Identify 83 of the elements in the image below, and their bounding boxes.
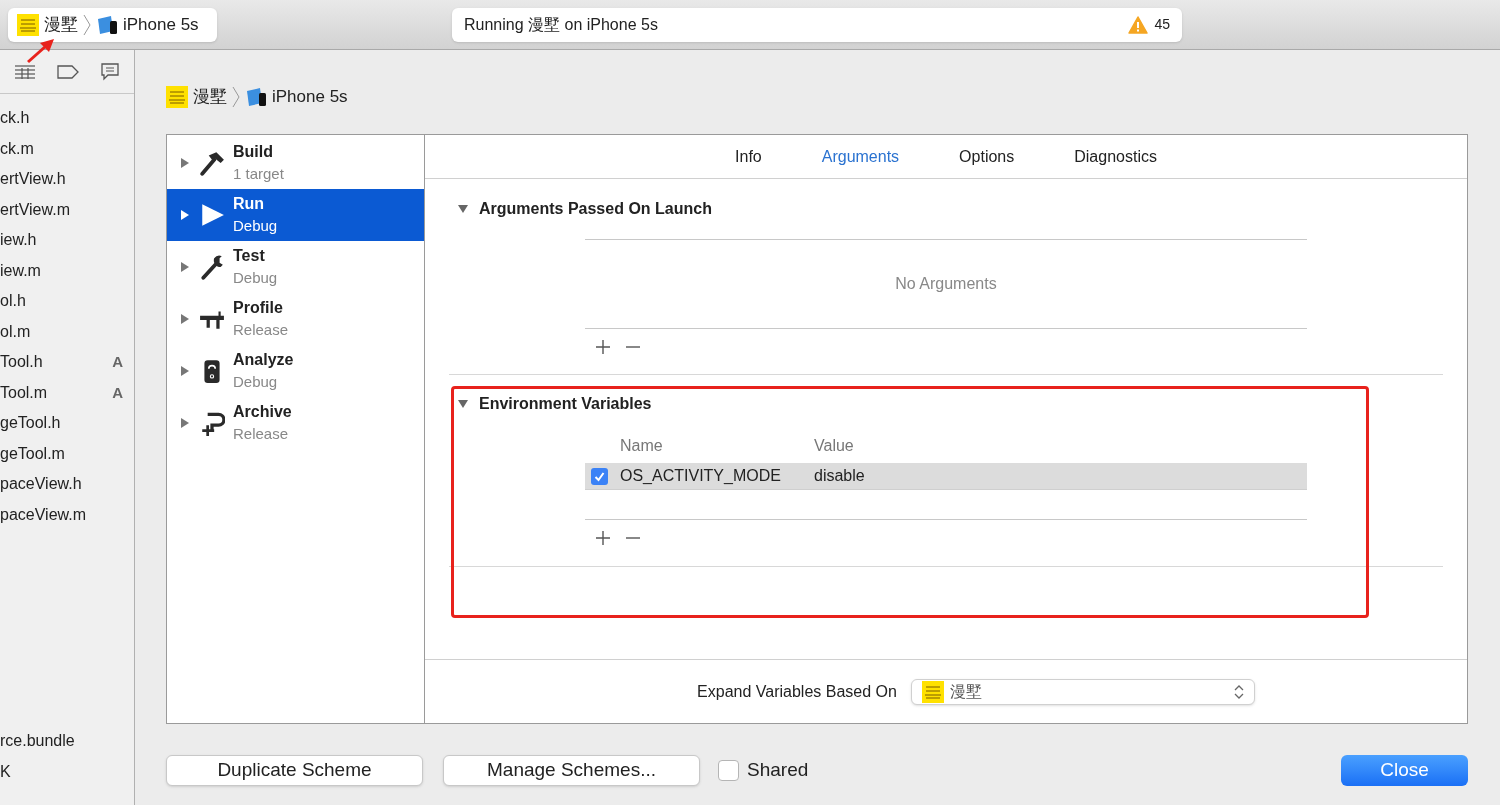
scheme-name: 漫墅 xyxy=(193,86,227,109)
enabled-checkbox[interactable] xyxy=(591,467,608,485)
scheme-name: 漫墅 xyxy=(44,13,78,36)
app-icon xyxy=(17,13,39,36)
action-name: Archive xyxy=(233,402,292,422)
app-icon xyxy=(166,86,188,108)
shared-checkbox[interactable] xyxy=(718,760,739,781)
test-icon xyxy=(199,254,225,280)
file-name[interactable]: ck.m xyxy=(0,136,123,161)
warning-count: 45 xyxy=(1154,15,1170,34)
checkbox-label: Shared xyxy=(747,758,809,783)
device-name: iPhone 5s xyxy=(123,13,199,36)
manage-schemes-button[interactable]: Manage Schemes... xyxy=(443,755,700,786)
device-name: iPhone 5s xyxy=(272,86,348,109)
file-name[interactable]: rce.bundle xyxy=(0,729,123,754)
action-configuration: Debug xyxy=(233,268,278,288)
section-title: Environment Variables xyxy=(479,394,652,414)
tab[interactable]: Options xyxy=(934,144,1040,169)
disclosure-triangle-icon[interactable] xyxy=(179,417,191,429)
file-name[interactable]: ol.m xyxy=(0,319,123,344)
action-configuration: 1 target xyxy=(233,164,284,184)
action-name: Run xyxy=(233,194,266,214)
popup-arrows-icon xyxy=(1233,683,1244,700)
disclosure-triangle-icon[interactable] xyxy=(179,261,191,273)
disclosure-triangle-icon[interactable] xyxy=(179,209,191,221)
file-name[interactable]: iew.h xyxy=(0,228,123,253)
archive-icon xyxy=(199,410,225,436)
variable-row[interactable]: OS_ACTIVITY_MODE disable xyxy=(585,463,1307,490)
tag-icon[interactable] xyxy=(57,64,79,79)
chevron-icon xyxy=(232,86,240,108)
chevron-icon xyxy=(83,13,91,36)
tab[interactable]: Diagnostics xyxy=(1049,144,1182,169)
column-header: Name xyxy=(619,436,664,456)
run-icon xyxy=(199,202,225,228)
status-text: Running 漫墅 on iPhone 5s xyxy=(464,14,659,35)
file-name[interactable]: geTool.h xyxy=(0,411,123,436)
action-name: Profile xyxy=(233,298,284,318)
variable-name: OS_ACTIVITY_MODE xyxy=(620,466,782,486)
column-header: Value xyxy=(814,436,854,456)
device-icon xyxy=(96,14,118,35)
scheme-action-item[interactable]: Run Debug xyxy=(167,189,424,241)
action-name: Test xyxy=(233,246,266,266)
comment-icon[interactable] xyxy=(99,61,120,82)
file-name[interactable]: iew.m xyxy=(0,258,123,283)
annotation-arrow xyxy=(26,38,56,64)
file-name[interactable]: paceView.h xyxy=(0,472,123,497)
disclosure-triangle-icon[interactable] xyxy=(457,203,469,215)
add-icon[interactable] xyxy=(595,530,611,546)
device-icon xyxy=(245,87,267,107)
variable-value: disable xyxy=(814,466,865,486)
scheme-popup[interactable]: 漫墅 xyxy=(910,678,1255,705)
disclosure-triangle-icon[interactable] xyxy=(179,157,191,169)
file-name[interactable]: Tool.h xyxy=(0,350,113,375)
section-title: Arguments Passed On Launch xyxy=(479,199,712,219)
disclosure-triangle-icon[interactable] xyxy=(457,398,469,410)
file-name[interactable]: ck.h xyxy=(0,106,123,131)
add-icon[interactable] xyxy=(595,338,611,355)
status-letter: A xyxy=(112,352,123,372)
scheme-selector[interactable]: 漫墅 iPhone 5s xyxy=(8,7,217,42)
action-configuration: Debug xyxy=(233,216,278,236)
app-icon xyxy=(921,680,944,703)
list-icon[interactable] xyxy=(14,63,37,80)
file-name[interactable]: Tool.m xyxy=(0,380,113,405)
file-name[interactable]: ertView.h xyxy=(0,167,123,192)
file-name[interactable]: ertView.m xyxy=(0,197,123,222)
file-name[interactable]: geTool.m xyxy=(0,441,123,466)
file-name[interactable]: paceView.m xyxy=(0,502,123,527)
action-configuration: Release xyxy=(233,424,290,444)
field-label: Expand Variables Based On xyxy=(697,681,897,702)
tab[interactable]: Arguments xyxy=(796,144,925,169)
action-name: Build xyxy=(233,142,274,162)
action-configuration: Release xyxy=(233,320,289,340)
empty-message: No Arguments xyxy=(895,274,997,294)
status-letter: A xyxy=(112,382,123,403)
disclosure-triangle-icon[interactable] xyxy=(179,365,191,377)
file-name[interactable]: ol.h xyxy=(0,289,123,314)
duplicate-scheme-button[interactable]: Duplicate Scheme xyxy=(166,755,423,786)
tab[interactable]: Info xyxy=(710,144,787,169)
file-name[interactable]: K xyxy=(0,759,123,784)
action-name: Analyze xyxy=(233,350,294,370)
disclosure-triangle-icon[interactable] xyxy=(179,313,191,325)
build-icon xyxy=(199,150,225,176)
action-configuration: Debug xyxy=(233,372,279,392)
